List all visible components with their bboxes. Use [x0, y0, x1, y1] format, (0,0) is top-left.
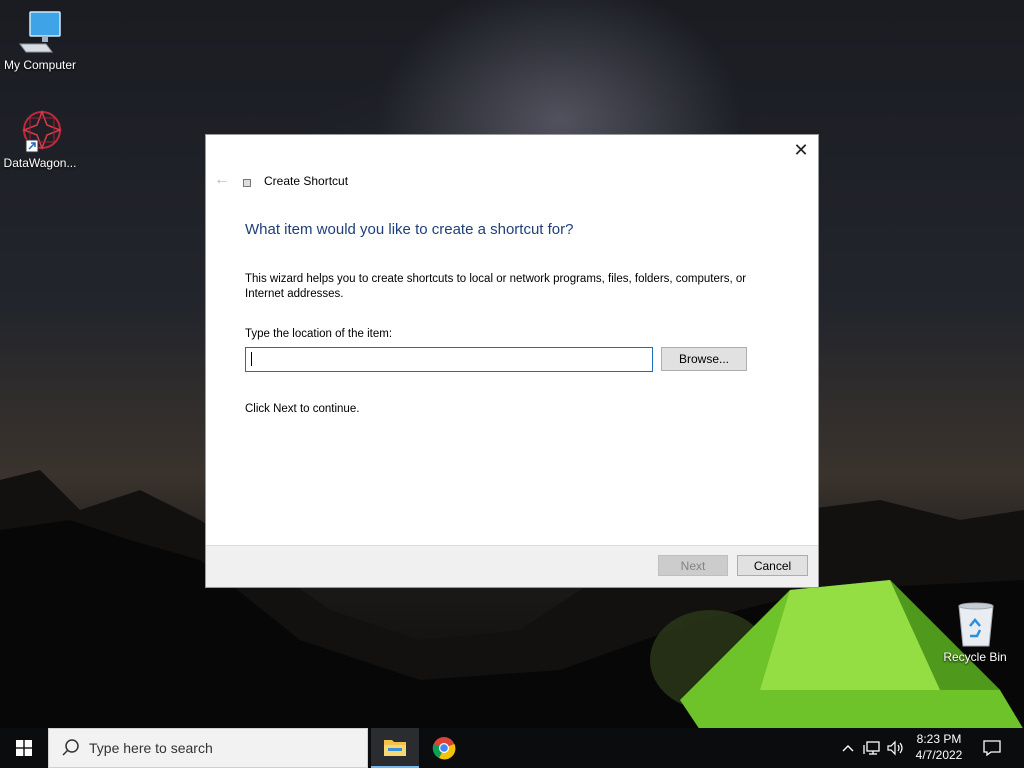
chevron-up-icon[interactable]: [838, 738, 858, 758]
search-placeholder: Type here to search: [89, 740, 213, 756]
wizard-heading: What item would you like to create a sho…: [245, 221, 574, 238]
start-button[interactable]: [0, 728, 48, 768]
desktop-icon-label: My Computer: [3, 58, 77, 72]
network-icon[interactable]: [862, 738, 882, 758]
text-caret: [251, 352, 252, 366]
cancel-button[interactable]: Cancel: [737, 555, 808, 576]
taskbar-search-box[interactable]: Type here to search: [48, 728, 368, 768]
file-explorer-icon: [384, 740, 406, 756]
system-clock[interactable]: 8:23 PM 4/7/2022: [906, 731, 972, 763]
datawagon-logo-icon: [16, 108, 64, 154]
taskbar: Type here to search 8:23 PM 4/7/2022: [0, 728, 1024, 768]
location-input[interactable]: [245, 347, 653, 372]
close-button[interactable]: ✕: [784, 135, 818, 165]
location-field-label: Type the location of the item:: [245, 328, 393, 340]
dialog-title: Create Shortcut: [264, 174, 349, 188]
notification-icon[interactable]: [982, 738, 1002, 758]
taskbar-file-explorer[interactable]: [371, 728, 419, 768]
back-arrow-icon[interactable]: ←: [214, 171, 232, 189]
recycle-bin-icon: [951, 602, 999, 648]
volume-icon[interactable]: [885, 738, 905, 758]
create-shortcut-dialog: ✕ ← Create Shortcut What item would you …: [205, 134, 819, 588]
continue-instruction: Click Next to continue.: [245, 403, 360, 415]
desktop-icon-datawagon[interactable]: DataWagon...: [0, 108, 80, 170]
close-icon: ✕: [793, 139, 809, 160]
desktop-icon-recycle-bin[interactable]: Recycle Bin: [935, 602, 1015, 664]
browse-button[interactable]: Browse...: [661, 347, 747, 371]
taskbar-chrome[interactable]: [420, 728, 468, 768]
chrome-icon: [432, 737, 456, 760]
desktop-icon-label: DataWagon...: [3, 156, 77, 170]
dialog-footer: Next Cancel: [206, 545, 818, 587]
windows-logo-icon: [16, 740, 32, 756]
desktop-icon-my-computer[interactable]: My Computer: [0, 10, 80, 72]
shortcut-icon: [243, 179, 251, 187]
computer-icon: [16, 10, 64, 56]
clock-date: 4/7/2022: [915, 748, 963, 762]
desktop-icon-label: Recycle Bin: [943, 650, 1007, 664]
search-icon: [62, 739, 79, 756]
next-button[interactable]: Next: [658, 555, 728, 576]
clock-time: 8:23 PM: [916, 732, 962, 746]
wizard-description: This wizard helps you to create shortcut…: [245, 273, 747, 300]
